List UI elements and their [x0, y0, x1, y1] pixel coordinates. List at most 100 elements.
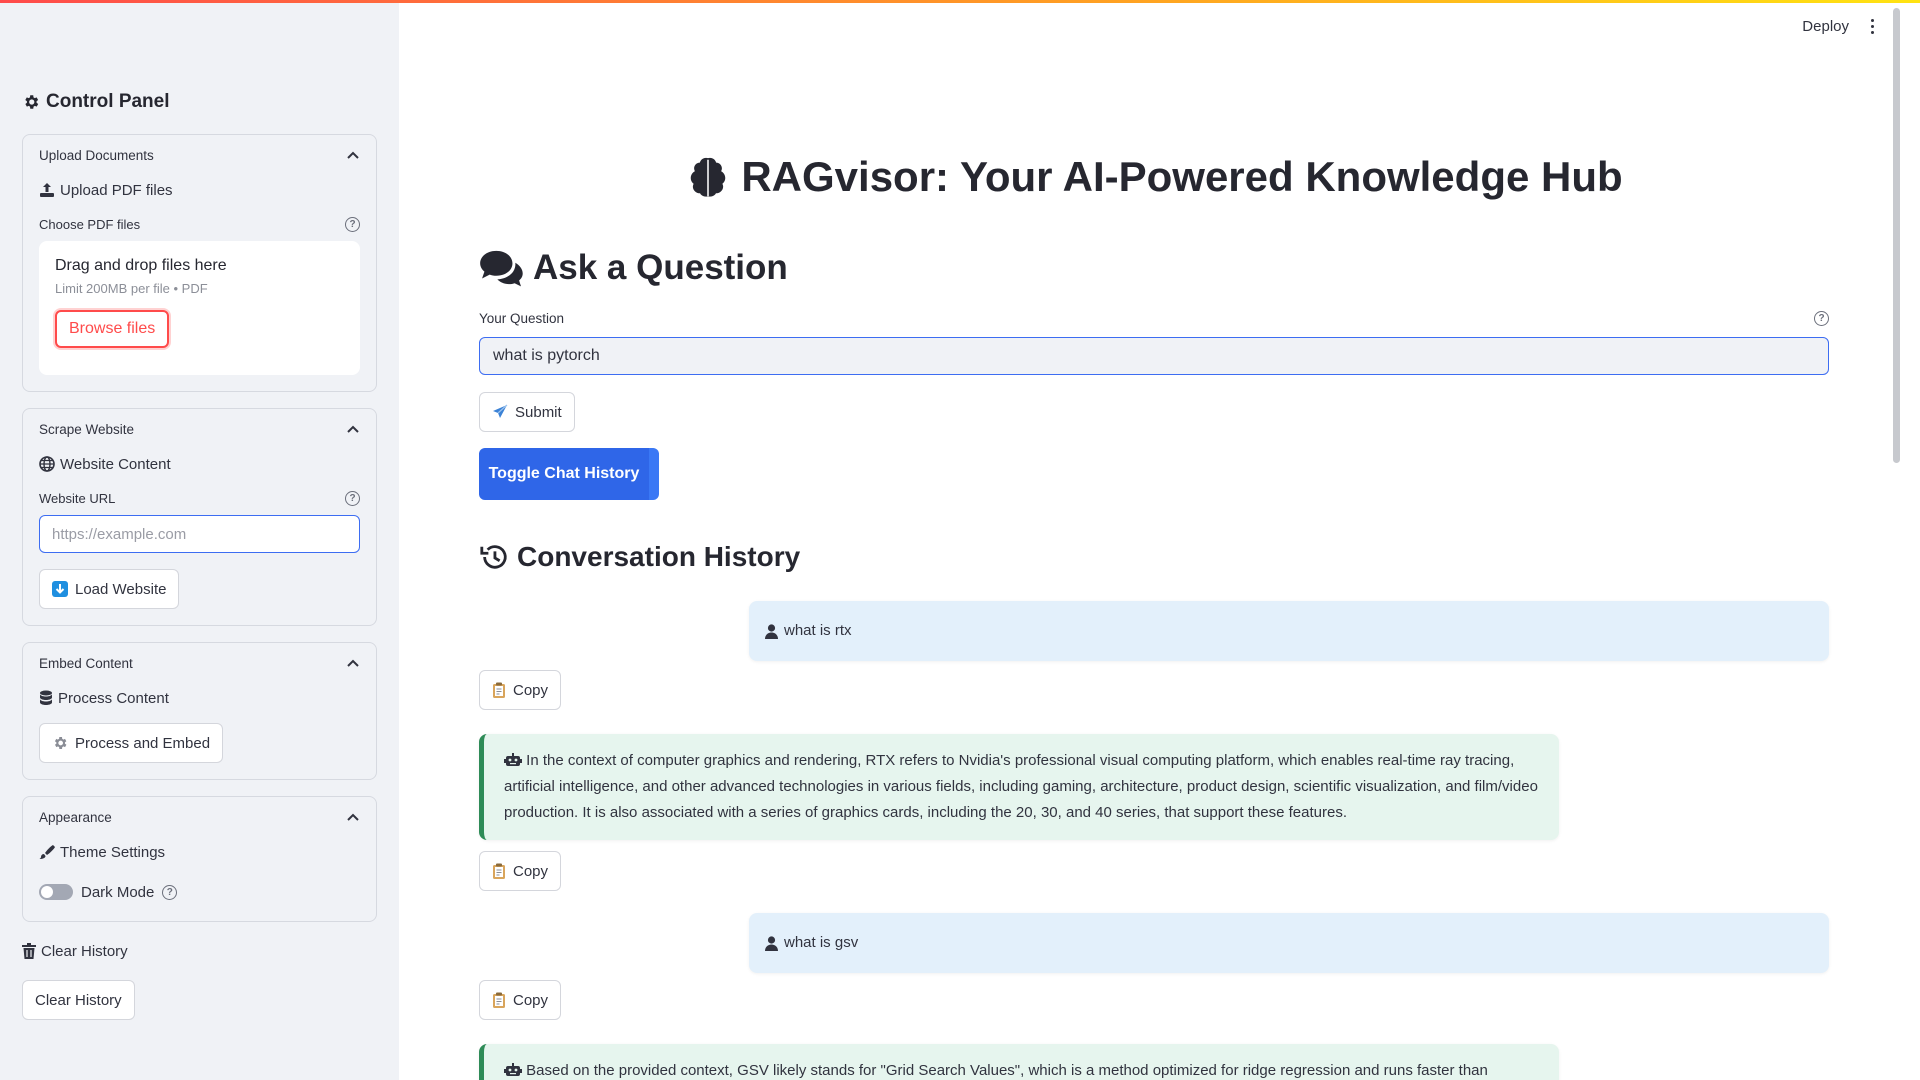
copy-button[interactable]: Copy [479, 670, 562, 710]
user-icon [765, 935, 778, 951]
comments-icon [479, 249, 525, 287]
scrollbar-thumb[interactable] [1893, 8, 1900, 463]
embed-content-header[interactable]: Embed Content [39, 643, 360, 683]
copy-button[interactable]: Copy [479, 851, 562, 891]
conversation-history-heading-text: Conversation History [517, 541, 801, 572]
gear-icon [22, 93, 40, 111]
website-content-subheader: Website Content [39, 449, 360, 479]
toggle-chat-history-button[interactable]: Toggle Chat History [479, 448, 659, 500]
sidebar: Control Panel Upload Documents Upload PD… [0, 0, 399, 1080]
dark-mode-row: Dark Mode ? [39, 877, 360, 907]
dark-mode-toggle[interactable] [39, 884, 73, 900]
scrape-website-header[interactable]: Scrape Website [39, 409, 360, 449]
submit-wrapper: Submit [479, 392, 575, 432]
chevron-up-icon [346, 148, 360, 162]
browse-files-button[interactable]: Browse files [55, 310, 170, 348]
appearance-header[interactable]: Appearance [39, 797, 360, 837]
appearance-header-label: Appearance [39, 809, 112, 825]
process-and-embed-label: Process and Embed [75, 734, 211, 752]
dark-mode-label: Dark Mode [81, 883, 155, 901]
upload-documents-header-label: Upload Documents [39, 147, 154, 163]
ask-question-heading: Ask a Question [479, 248, 788, 288]
website-url-label: Website URL [39, 490, 116, 506]
bot-message-text: Based on the provided context, GSV likel… [526, 1062, 1488, 1079]
help-icon[interactable]: ? [345, 490, 360, 506]
airplane-icon [492, 404, 508, 420]
process-content-subheader-text: Process Content [58, 689, 169, 707]
sidebar-title-text: Control Panel [46, 91, 170, 112]
database-icon [39, 690, 53, 706]
sidebar-title: Control Panel [22, 88, 377, 116]
upload-documents-header[interactable]: Upload Documents [39, 135, 360, 175]
top-accent-bar [0, 0, 1920, 3]
user-message-text: what is gsv [784, 934, 859, 951]
scrape-website-header-label: Scrape Website [39, 421, 135, 437]
theme-settings-subheader-text: Theme Settings [60, 843, 166, 861]
clipboard-icon [492, 863, 506, 879]
upload-icon [39, 182, 55, 198]
dropzone-limit: Limit 200MB per file • PDF [55, 281, 208, 296]
copy-button[interactable]: Copy [479, 980, 562, 1020]
bot-message-text: In the context of computer graphics and … [504, 752, 1538, 821]
appearance-expander: Appearance Theme Settings Dark Mode ? [22, 796, 377, 922]
load-website-button[interactable]: Load Website [39, 569, 180, 609]
clear-history-button[interactable]: Clear History [22, 980, 135, 1020]
copy-label: Copy [513, 862, 549, 880]
robot-icon [504, 1063, 522, 1077]
user-message-text: what is rtx [784, 622, 852, 639]
dropzone-title: Drag and drop files here [55, 257, 227, 274]
scrape-website-expander: Scrape Website Website Content Website U… [22, 408, 377, 626]
chevron-up-icon [346, 422, 360, 436]
clipboard-icon [492, 682, 506, 698]
trash-icon [22, 943, 36, 959]
user-icon [765, 623, 778, 639]
submit-label: Submit [515, 403, 562, 421]
clear-history-subheader: Clear History [22, 936, 377, 966]
deploy-button[interactable]: Deploy [1802, 18, 1849, 35]
website-url-input[interactable] [39, 515, 360, 553]
help-icon[interactable]: ? [162, 884, 178, 900]
copy-label: Copy [513, 991, 549, 1009]
embed-content-expander: Embed Content Process Content Process an… [22, 642, 377, 780]
clear-history-subheader-text: Clear History [41, 942, 128, 960]
more-menu-icon[interactable] [1871, 19, 1874, 34]
header-toolbar: Deploy [1802, 18, 1874, 35]
theme-settings-subheader: Theme Settings [39, 837, 360, 867]
chevron-up-icon [346, 656, 360, 670]
file-dropzone[interactable]: Drag and drop files here Limit 200MB per… [39, 241, 360, 375]
conversation-history-heading: Conversation History [479, 541, 800, 573]
ask-question-heading-text: Ask a Question [533, 248, 788, 287]
globe-icon [39, 456, 55, 472]
question-input[interactable]: what is pytorch [479, 337, 1829, 375]
embed-content-header-label: Embed Content [39, 655, 133, 671]
load-website-label: Load Website [75, 580, 167, 598]
upload-pdf-subheader-text: Upload PDF files [60, 181, 173, 199]
paintbrush-icon [39, 844, 55, 860]
copy-label: Copy [513, 681, 549, 699]
process-content-subheader: Process Content [39, 683, 360, 713]
bot-message: In the context of computer graphics and … [479, 734, 1559, 840]
app-title: RAGvisor: Your AI-Powered Knowledge Hub [479, 153, 1829, 201]
choose-pdf-label-row: Choose PDF files ? [39, 213, 360, 235]
robot-icon [504, 753, 522, 767]
app-title-text: RAGvisor: Your AI-Powered Knowledge Hub [741, 153, 1623, 200]
clipboard-icon [492, 992, 506, 1008]
main-scrollbar[interactable] [1888, 0, 1904, 1080]
submit-button[interactable]: Submit [479, 392, 575, 432]
website-url-label-row: Website URL ? [39, 487, 360, 509]
question-label-row: Your Question ? [479, 311, 1829, 326]
upload-pdf-subheader: Upload PDF files [39, 175, 360, 205]
help-icon[interactable]: ? [345, 216, 360, 232]
download-arrow-icon [52, 581, 68, 597]
upload-documents-expander: Upload Documents Upload PDF files Choose… [22, 134, 377, 392]
website-content-subheader-text: Website Content [60, 455, 171, 473]
history-icon [479, 542, 509, 572]
main-area: Deploy RAGvisor: Your AI-Powered Knowled… [399, 0, 1904, 1080]
chevron-up-icon [346, 810, 360, 824]
help-icon[interactable]: ? [1814, 311, 1829, 326]
choose-pdf-label: Choose PDF files [39, 216, 141, 232]
process-and-embed-button[interactable]: Process and Embed [39, 723, 224, 763]
gear-icon [52, 735, 68, 751]
user-message: what is rtx [749, 601, 1829, 661]
brain-icon [685, 154, 731, 200]
